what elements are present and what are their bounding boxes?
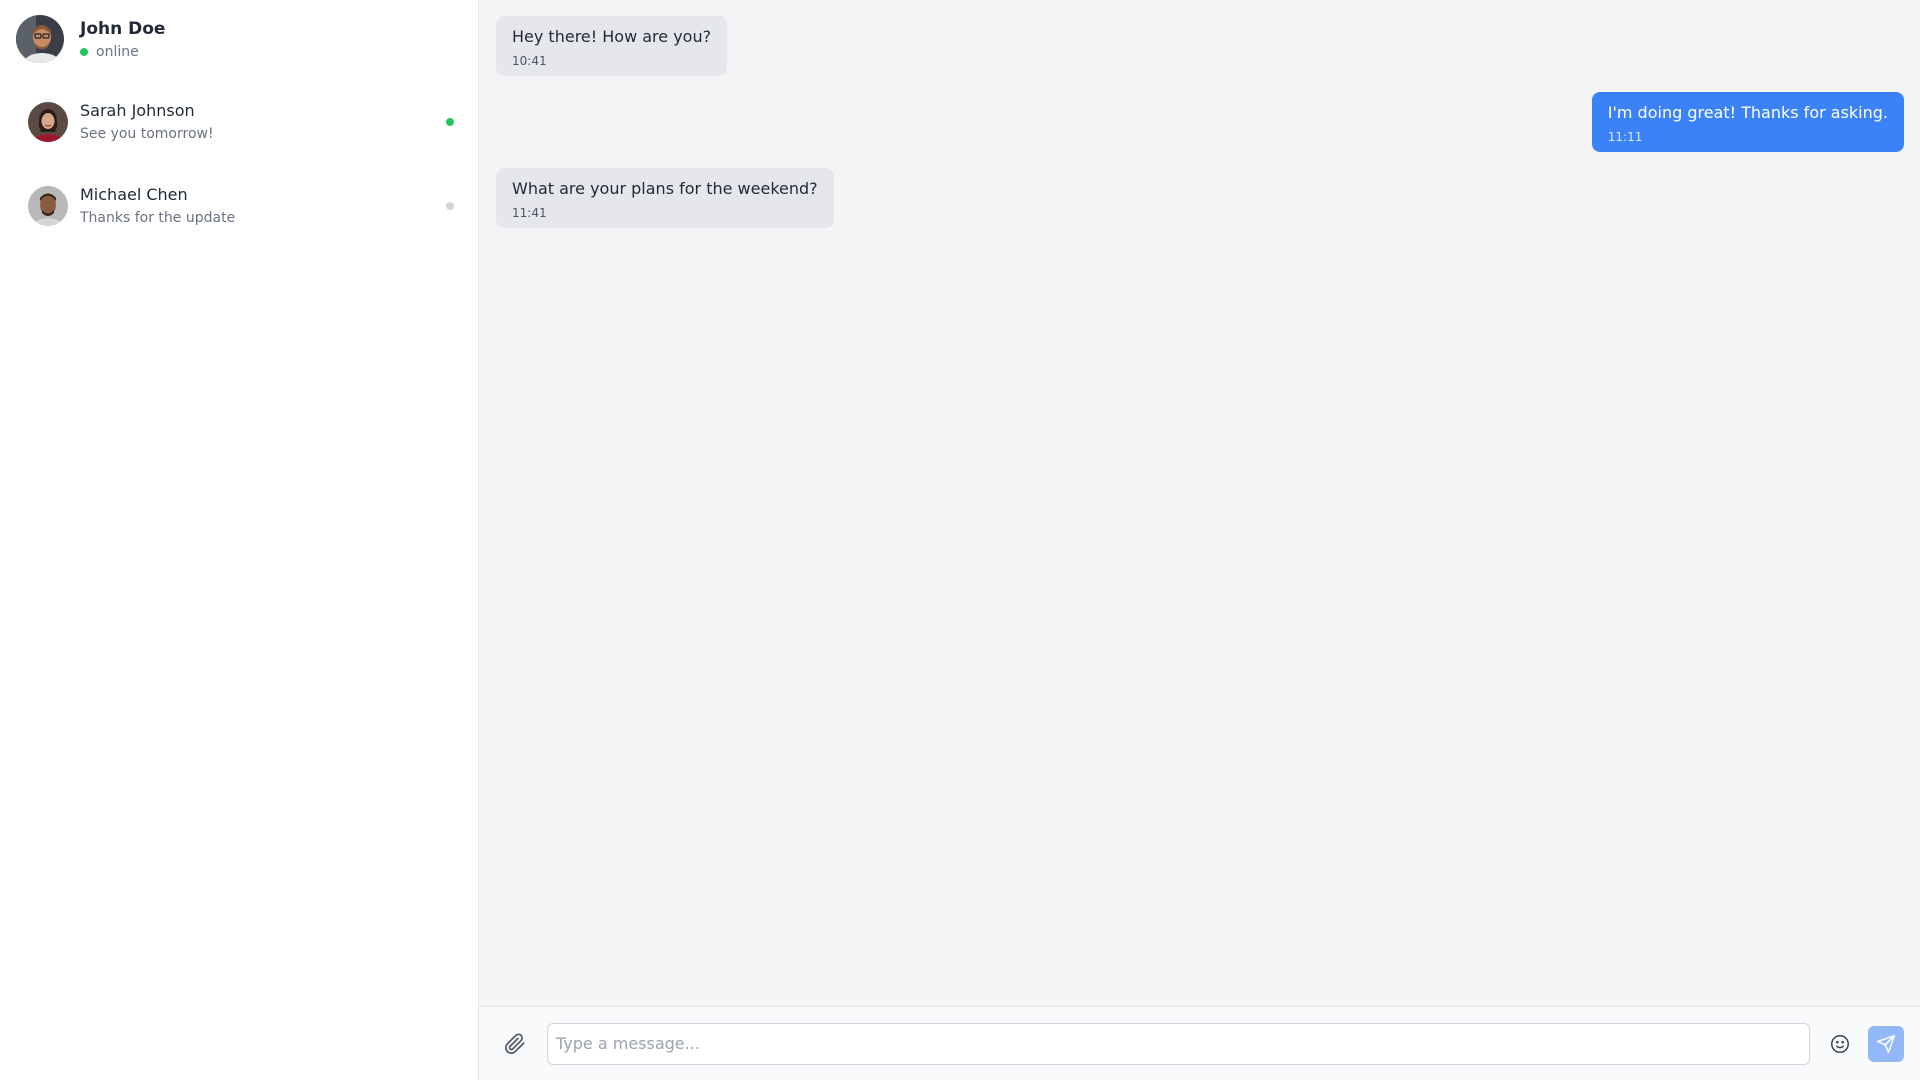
online-indicator [446, 118, 454, 126]
send-button[interactable] [1868, 1025, 1904, 1062]
contact-item-michael-chen[interactable]: Michael Chen Thanks for the update [0, 164, 478, 248]
emoji-button[interactable] [1822, 1026, 1858, 1062]
sidebar: John Doe online Sarah Johnson See you to… [0, 0, 479, 1080]
message-bubble-incoming: Hey there! How are you? 10:41 [496, 16, 728, 76]
user-status: online [80, 44, 165, 60]
contact-name: Michael Chen [80, 185, 188, 204]
composer [479, 1006, 1920, 1080]
message-list: Hey there! How are you? 10:41 I'm doing … [479, 0, 1920, 1006]
contact-avatar [28, 186, 68, 226]
chat-app: John Doe online Sarah Johnson See you to… [0, 0, 1920, 1080]
attach-button[interactable] [497, 1026, 533, 1062]
message-text: Hey there! How are you? [512, 27, 712, 46]
send-icon [1876, 1034, 1896, 1053]
message-time: 11:41 [512, 206, 547, 220]
paperclip-icon [505, 1032, 525, 1054]
message-bubble-incoming: What are your plans for the weekend? 11:… [496, 168, 834, 228]
contact-list: Sarah Johnson See you tomorrow! Michael … [0, 80, 478, 248]
contact-name: Sarah Johnson [80, 101, 195, 120]
user-name: John Doe [80, 19, 166, 39]
contact-avatar [28, 102, 68, 142]
user-profile: John Doe online [0, 0, 478, 78]
smiley-icon [1831, 1034, 1849, 1053]
offline-indicator [446, 202, 454, 210]
message-time: 11:11 [1607, 130, 1643, 144]
message-text: What are your plans for the weekend? [512, 179, 818, 198]
message-text: I'm doing great! Thanks for asking. [1607, 103, 1888, 122]
message-input[interactable] [547, 1022, 1810, 1065]
user-avatar [16, 15, 64, 63]
contact-item-sarah-johnson[interactable]: Sarah Johnson See you tomorrow! [0, 80, 478, 164]
user-status-text: online [96, 44, 139, 60]
message-time: 10:41 [512, 54, 547, 68]
online-indicator [80, 48, 88, 56]
message-bubble-outgoing: I'm doing great! Thanks for asking. 11:1… [1591, 92, 1904, 152]
contact-last-message: See you tomorrow! [80, 126, 214, 142]
chat-panel: Hey there! How are you? 10:41 I'm doing … [479, 0, 1920, 1080]
contact-last-message: Thanks for the update [80, 210, 236, 226]
